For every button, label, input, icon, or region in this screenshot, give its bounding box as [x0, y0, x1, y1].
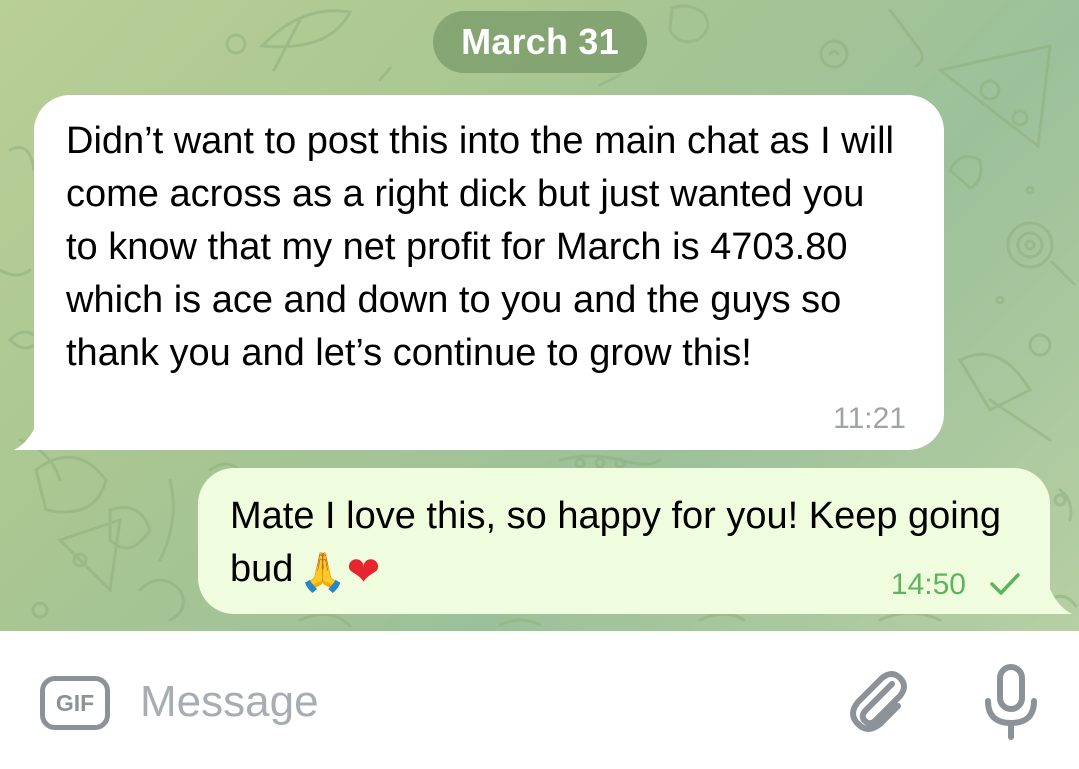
folded-hands-emoji: 🙏	[299, 550, 347, 594]
date-pill: March 31	[433, 11, 647, 73]
incoming-message-time: 11:21	[833, 402, 906, 435]
outgoing-message-time: 14:50	[890, 568, 966, 601]
microphone-icon[interactable]	[982, 663, 1040, 741]
single-check-icon	[990, 573, 1020, 595]
red-heart-emoji: ❤	[346, 549, 381, 595]
outgoing-bubble-tail	[1048, 584, 1072, 614]
outgoing-message-bubble[interactable]: Mate I love this, so happy for you! Keep…	[198, 468, 1050, 614]
gif-button[interactable]: GIF	[40, 676, 110, 730]
incoming-message-bubble[interactable]: Didn’t want to post this into the main c…	[34, 95, 944, 450]
message-input[interactable]	[140, 670, 800, 734]
chat-area[interactable]: March 31 Didn’t want to post this into t…	[0, 0, 1079, 631]
paperclip-icon[interactable]	[846, 666, 912, 736]
incoming-message-text: Didn’t want to post this into the main c…	[66, 120, 894, 374]
